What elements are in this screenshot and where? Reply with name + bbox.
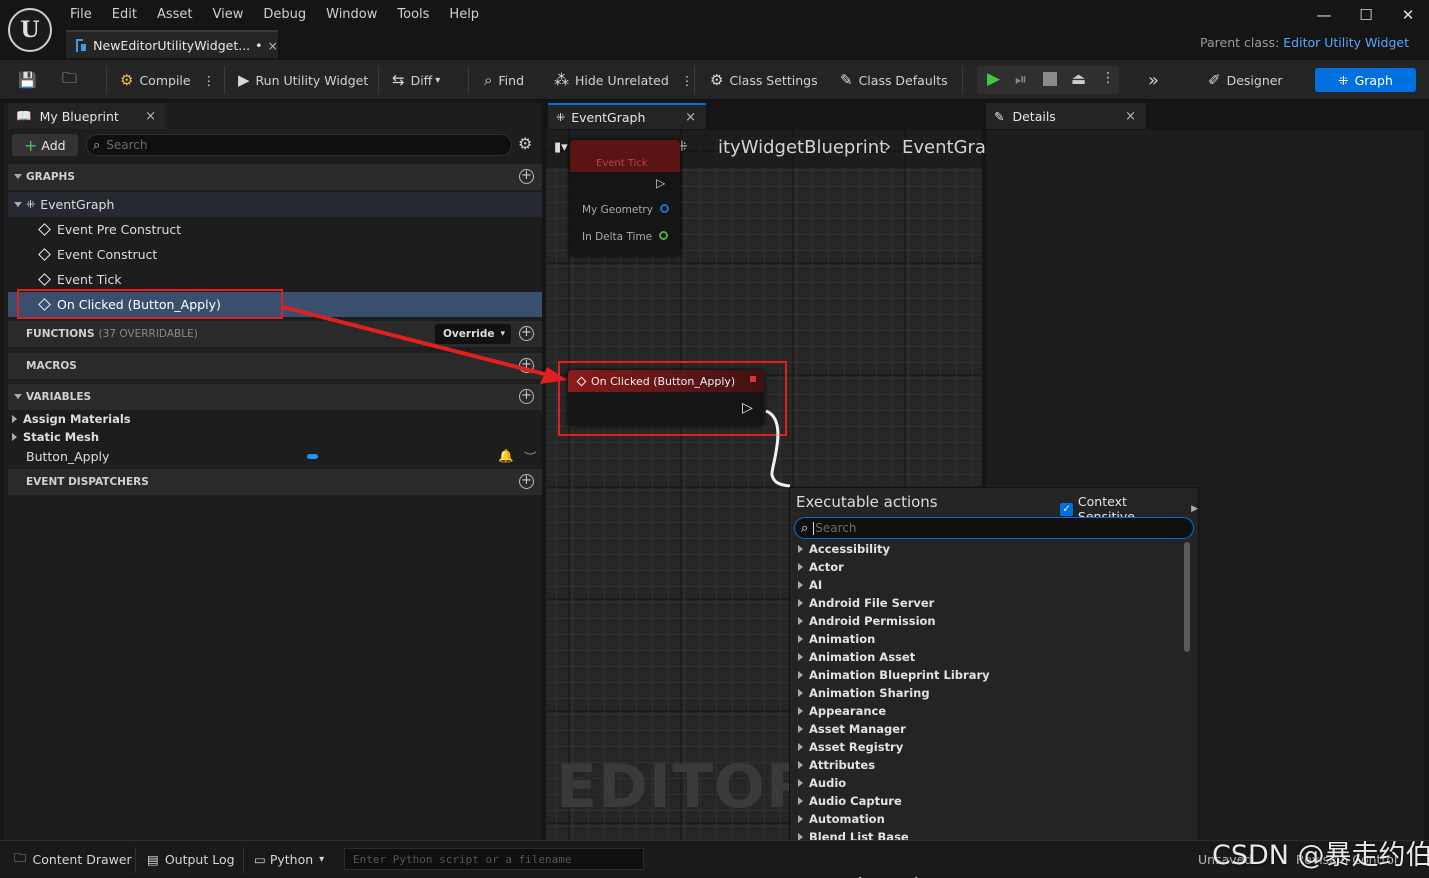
python-input[interactable]: Enter Python script or a filename [344, 848, 644, 870]
action-category[interactable]: Actor [790, 558, 1182, 576]
action-category[interactable]: Appearance [790, 702, 1182, 720]
action-category-label: Android Permission [809, 614, 936, 628]
action-category-label: Asset Manager [809, 722, 906, 736]
expand-arrow-icon [798, 707, 803, 715]
red-arrow-line [282, 305, 549, 377]
actions-scrollbar[interactable] [1184, 542, 1190, 652]
action-category-label: Accessibility [809, 542, 891, 556]
action-category[interactable]: Asset Registry [790, 738, 1182, 756]
expand-arrow-icon [798, 635, 803, 643]
action-category-label: Asset Registry [809, 740, 904, 754]
action-category-label: Appearance [809, 704, 887, 718]
checkbox-checked-icon[interactable]: ✓ [1060, 502, 1073, 516]
action-category-label: Audio [809, 776, 847, 790]
search-icon: ⌕ [801, 520, 809, 536]
terminal-icon: ▭ [254, 852, 266, 867]
action-category[interactable]: Automation [790, 810, 1182, 828]
output-log-label: Output Log [164, 852, 235, 867]
actions-list: Accessibility Actor AI Android File Server A… [790, 540, 1182, 878]
chevron-down-icon: ▾ [319, 854, 325, 865]
expand-arrow-icon [798, 617, 803, 625]
chevron-right-icon: ▶ [1191, 504, 1198, 514]
expand-arrow-icon [798, 689, 803, 697]
details-icon: ✎ [994, 108, 1005, 124]
action-category-label: Audio Capture [809, 794, 902, 808]
actions-search-input[interactable]: ⌕ Search [794, 517, 1194, 539]
content-drawer-button[interactable]: 🗀 Content Drawer [14, 841, 132, 878]
red-arrow-head [540, 367, 567, 384]
content-drawer-icon: 🗀 [14, 850, 27, 865]
content-drawer-label: Content Drawer [32, 852, 132, 867]
action-category[interactable]: Animation Blueprint Library [790, 666, 1182, 684]
python-label: Python [269, 852, 314, 867]
action-category-label: Actor [809, 560, 844, 574]
action-category-label: AI [809, 578, 823, 592]
action-category[interactable]: Android Permission [790, 612, 1182, 630]
action-category[interactable]: Animation Asset [790, 648, 1182, 666]
close-tab-icon[interactable]: × [1125, 109, 1136, 124]
action-category[interactable]: Attributes [790, 756, 1182, 774]
output-log-icon: ▤ [147, 852, 159, 867]
python-console-dropdown[interactable]: ▭ Python ▾ [254, 841, 324, 878]
expand-arrow-icon [798, 563, 803, 571]
expand-arrow-icon [798, 815, 803, 823]
action-category[interactable]: AI [790, 576, 1182, 594]
action-category[interactable]: Android File Server [790, 594, 1182, 612]
action-category-label: Automation [809, 812, 885, 826]
expand-arrow-icon [798, 545, 803, 553]
action-category-label: Animation Sharing [809, 686, 930, 700]
expand-arrow-icon [798, 599, 803, 607]
expand-arrow-icon [798, 581, 803, 589]
expand-arrow-icon [798, 761, 803, 769]
action-category[interactable]: Animation Sharing [790, 684, 1182, 702]
action-category[interactable]: Animation [790, 630, 1182, 648]
action-category[interactable]: Accessibility [790, 540, 1182, 558]
details-tab[interactable]: ✎ Details × [986, 103, 1146, 129]
python-placeholder: Enter Python script or a filename [353, 852, 572, 866]
details-tab-label: Details [1012, 108, 1056, 124]
action-category-label: Attributes [809, 758, 876, 772]
expand-arrow-icon [798, 797, 803, 805]
action-category[interactable]: Audio Capture [790, 792, 1182, 810]
actions-search-placeholder: Search [815, 521, 857, 535]
action-category-label: Animation Asset [809, 650, 916, 664]
csdn-watermark: CSDN @暴走约伯 [1212, 840, 1429, 871]
executable-actions-menu: Executable actions ✓ Context Sensitive ▶… [789, 487, 1199, 878]
action-category[interactable]: Asset Manager [790, 720, 1182, 738]
expand-arrow-icon [798, 653, 803, 661]
action-category-label: Android File Server [809, 596, 935, 610]
actions-menu-title: Executable actions [796, 493, 938, 511]
expand-arrow-icon [798, 725, 803, 733]
expand-arrow-icon [798, 671, 803, 679]
expand-arrow-icon [798, 743, 803, 751]
action-category-label: Animation Blueprint Library [809, 668, 990, 682]
expand-arrow-icon [798, 779, 803, 787]
exec-wire [765, 409, 791, 488]
action-category[interactable]: Audio [790, 774, 1182, 792]
output-log-button[interactable]: ▤ Output Log [147, 841, 235, 878]
action-category-label: Animation [809, 632, 876, 646]
